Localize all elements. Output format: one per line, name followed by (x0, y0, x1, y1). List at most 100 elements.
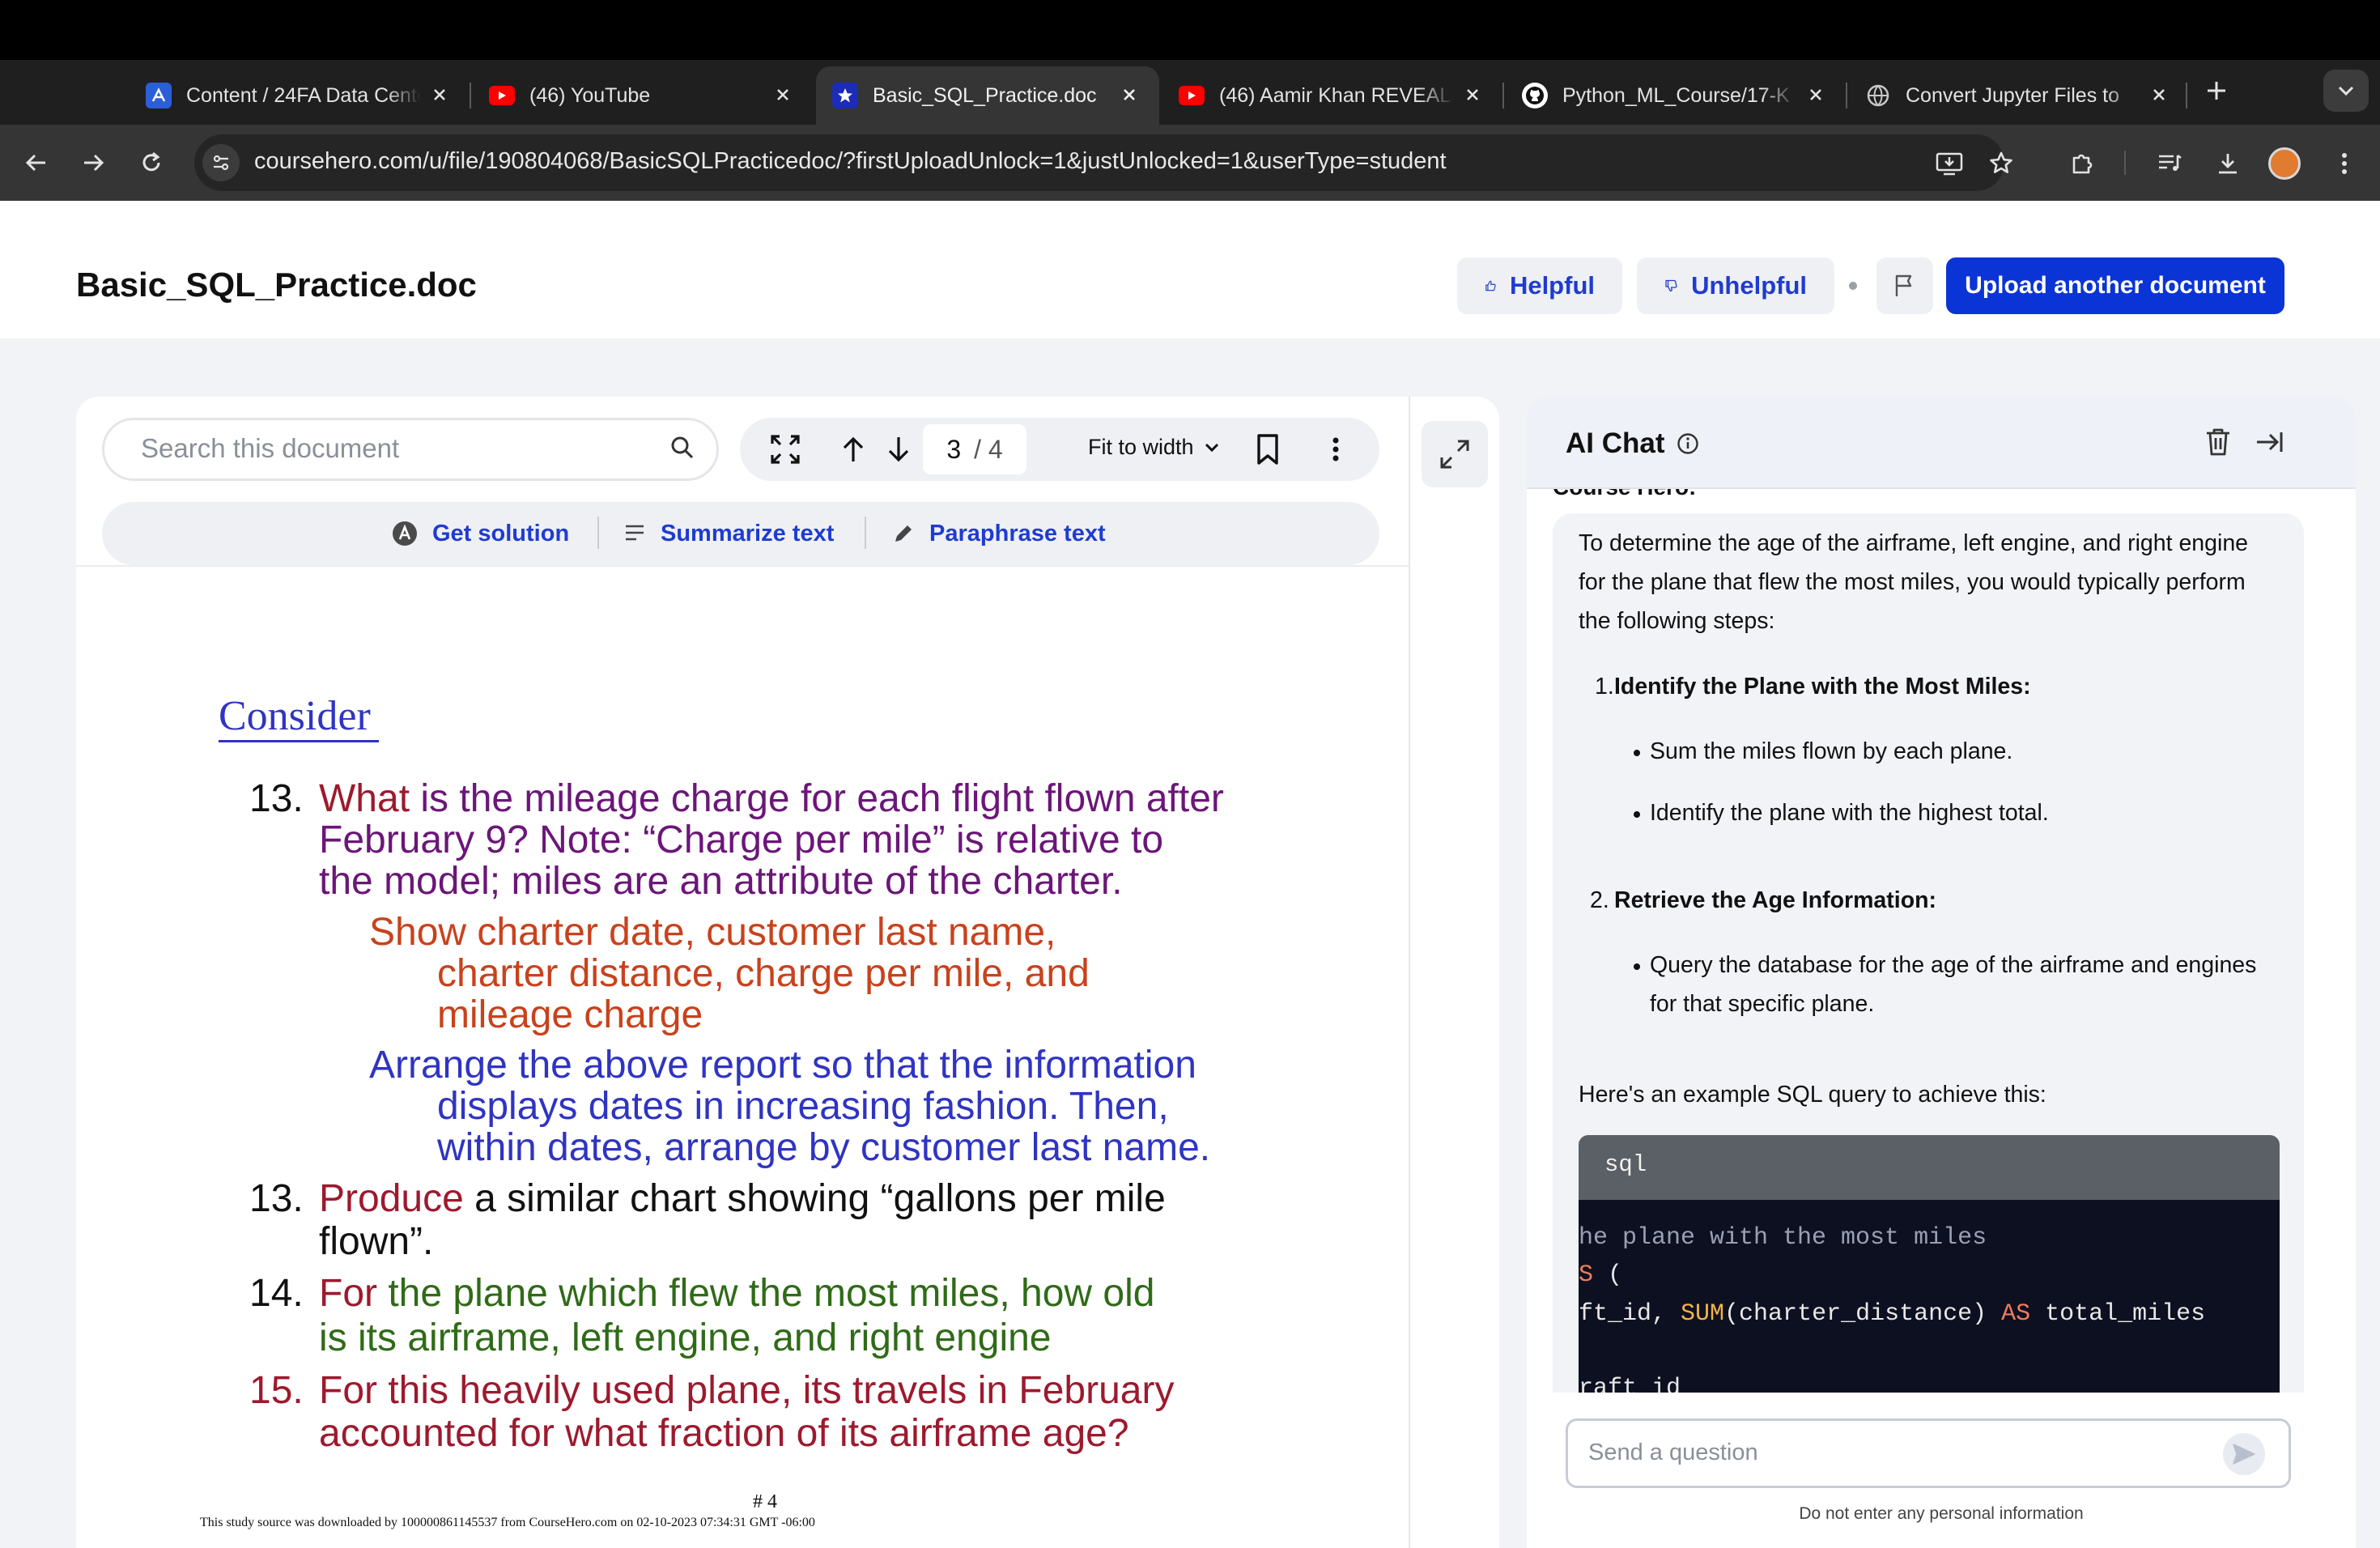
page-current[interactable]: 3 (946, 435, 961, 465)
question-13b-line-2: flown”. (319, 1220, 434, 1263)
separator-dot (1849, 282, 1857, 290)
fullscreen-icon[interactable] (766, 429, 805, 470)
close-tab-icon[interactable] (2147, 83, 2171, 107)
message-line: for the plane that flew the most miles, … (1579, 569, 2246, 595)
arrange-instruction-line-1: Arrange the above report so that the inf… (369, 1044, 1196, 1087)
summarize-text-button[interactable]: Summarize text (623, 515, 834, 552)
close-tab-icon[interactable] (1460, 83, 1485, 107)
helpful-label: Helpful (1509, 271, 1595, 300)
question-placeholder: Send a question (1588, 1440, 1758, 1465)
viewer-divider-line (76, 565, 1409, 567)
viewer-divider (1409, 397, 1410, 1548)
close-panel-icon[interactable] (2254, 426, 2284, 458)
code-line: S ( (1579, 1261, 1623, 1289)
document-heading: Consider (219, 693, 379, 742)
tab-convert-jupyter[interactable]: Convert Jupyter Files to (1849, 66, 2189, 125)
tab-github[interactable]: Python_ML_Course/17-K (1506, 66, 1846, 125)
info-icon[interactable] (1677, 432, 1699, 455)
question-15-line-1: For this heavily used plane, its travels… (319, 1369, 1175, 1412)
back-button[interactable] (18, 144, 55, 181)
send-button[interactable] (2223, 1433, 2265, 1475)
close-tab-icon[interactable] (427, 83, 452, 107)
more-options-icon[interactable] (1316, 429, 1355, 470)
coursehero-icon (832, 83, 858, 108)
show-instruction-line-1: Show charter date, customer last name, (369, 911, 1056, 954)
trash-icon[interactable] (2204, 426, 2233, 458)
tab-youtube-aamir[interactable]: (46) Aamir Khan REVEALS (1162, 66, 1502, 125)
unhelpful-label: Unhelpful (1691, 271, 1807, 300)
thumbs-down-icon (1665, 279, 1677, 292)
question-15-line-2: accounted for what fraction of its airfr… (319, 1412, 1129, 1455)
tab-search-button[interactable] (2323, 70, 2369, 112)
arrange-instruction-line-2: displays dates in increasing fashion. Th… (437, 1085, 1169, 1128)
tab-canvas[interactable]: Content / 24FA Data Center (130, 66, 470, 125)
thumbs-up-icon (1485, 280, 1496, 291)
search-icon[interactable] (669, 434, 696, 461)
get-solution-label: Get solution (432, 520, 570, 546)
pencil-icon (895, 525, 912, 542)
tab-separator (2186, 83, 2187, 108)
document-page-number: # 4 (753, 1491, 777, 1512)
tab-title: (46) YouTube (529, 83, 651, 107)
expand-icon (1440, 440, 1469, 469)
canvas-icon (146, 83, 172, 108)
report-flag-button[interactable] (1876, 257, 1933, 314)
question-number: 13. (249, 777, 304, 820)
tab-basic-sql-practice[interactable]: Basic_SQL_Practice.doc (816, 66, 1159, 125)
zoom-select[interactable]: Fit to width (1088, 435, 1220, 460)
previous-page-icon[interactable] (834, 429, 873, 470)
profile-avatar[interactable] (2268, 147, 2301, 180)
github-icon (1522, 83, 1548, 108)
get-solution-button[interactable]: Get solution (392, 515, 569, 552)
url-text[interactable]: coursehero.com/u/file/190804068/BasicSQL… (254, 148, 1447, 175)
page-indicator[interactable]: 3 / 4 (923, 424, 1026, 474)
close-tab-icon[interactable] (771, 83, 795, 107)
bullet-marker (1634, 963, 1640, 970)
chat-title: AI Chat (1566, 427, 1699, 460)
expand-chat-button[interactable] (1422, 421, 1488, 487)
step-title: Retrieve the Age Information: (1614, 887, 1936, 913)
step-bullet: Identify the plane with the highest tota… (1650, 800, 2049, 826)
tab-separator (1846, 83, 1847, 108)
unhelpful-button[interactable]: Unhelpful (1637, 257, 1834, 314)
install-app-icon[interactable] (1932, 146, 1967, 181)
forward-button[interactable] (74, 144, 112, 181)
browser-menu-icon[interactable] (2327, 146, 2362, 181)
tab-title: Convert Jupyter Files to (1906, 83, 2119, 107)
message-line: To determine the age of the airframe, le… (1579, 530, 2249, 556)
flag-icon (1895, 274, 1912, 296)
question-13-line-1: What is the mileage charge for each flig… (319, 777, 1224, 820)
new-tab-button[interactable] (2199, 73, 2234, 108)
step-number: 1. (1595, 674, 1614, 700)
bullet-marker (1634, 811, 1640, 818)
step-title: Identify the Plane with the Most Miles: (1614, 674, 2031, 700)
page-title: Basic_SQL_Practice.doc (76, 266, 477, 304)
extensions-icon[interactable] (2064, 146, 2100, 181)
reading-list-icon[interactable] (2152, 146, 2187, 181)
tab-youtube[interactable]: (46) YouTube (473, 66, 813, 125)
helpful-button[interactable]: Helpful (1457, 257, 1622, 314)
site-info-icon[interactable] (202, 144, 240, 181)
page-total: / 4 (974, 434, 1003, 464)
next-page-icon[interactable] (879, 429, 918, 470)
show-instruction-line-2: charter distance, charge per mile, and (437, 952, 1090, 995)
bookmark-star-icon[interactable] (1983, 146, 2019, 181)
summarize-icon (626, 525, 644, 541)
upload-document-button[interactable]: Upload another document (1946, 257, 2284, 314)
paraphrase-label: Paraphrase text (929, 520, 1106, 546)
bookmark-icon[interactable] (1248, 429, 1287, 470)
close-tab-icon[interactable] (1804, 83, 1828, 107)
reload-button[interactable] (133, 144, 170, 181)
question-13-line-3: the model; miles are an attribute of the… (319, 860, 1123, 903)
youtube-icon (1179, 86, 1205, 105)
globe-icon (1865, 83, 1891, 108)
close-tab-icon[interactable] (1117, 83, 1141, 107)
download-icon[interactable] (2210, 146, 2246, 181)
code-block[interactable]: he plane with the most miles S ( ft_id, … (1579, 1200, 2280, 1394)
paraphrase-text-button[interactable]: Paraphrase text (892, 515, 1106, 552)
step-bullet: for that specific plane. (1650, 991, 1875, 1017)
privacy-disclaimer: Do not enter any personal information (1799, 1504, 2084, 1523)
step-bullet: Query the database for the age of the ai… (1650, 952, 2257, 978)
search-placeholder: Search this document (141, 433, 400, 463)
bullet-marker (1634, 750, 1640, 756)
